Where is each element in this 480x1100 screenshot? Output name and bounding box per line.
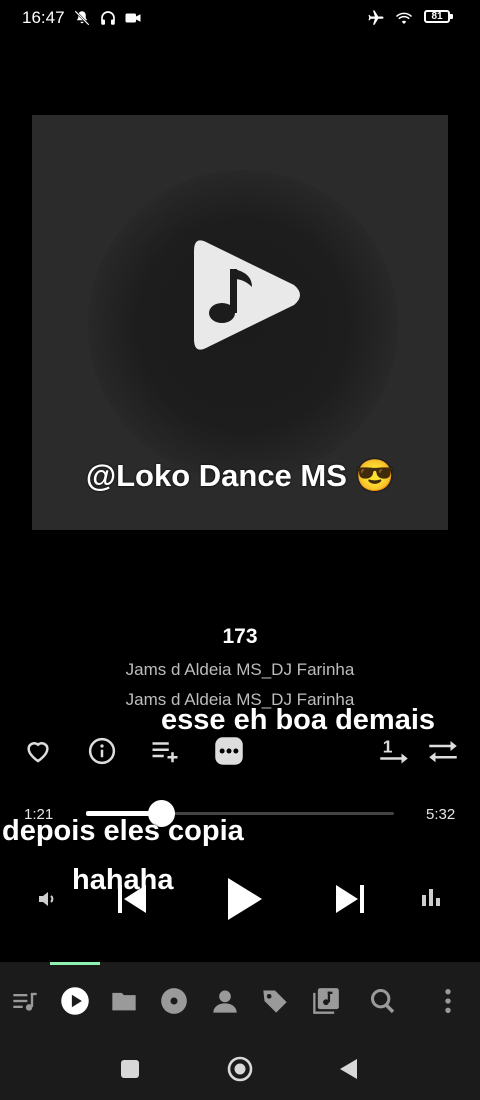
search-icon[interactable] [369,987,397,1015]
music-play-icon [194,235,304,355]
active-tab-indicator [50,962,100,965]
repeat-one-icon[interactable]: 1 [379,736,409,766]
overlay-caption-2: depois eles copia [2,815,244,847]
queue-icon[interactable] [11,987,39,1015]
menu-icon[interactable] [434,987,462,1015]
home-button[interactable] [227,1056,253,1082]
playlist-add-icon[interactable] [150,736,180,766]
status-time: 16:47 [22,8,65,27]
library-icon[interactable] [312,987,340,1015]
equalizer-icon[interactable] [420,886,442,908]
artwork-caption: @Loko Dance MS 😎 [85,458,395,493]
svg-text:1: 1 [383,736,393,756]
volume-icon[interactable] [36,887,60,911]
headphones-icon [98,9,118,27]
overlay-caption-1: esse eh boa demais [161,704,436,736]
mute-icon [72,9,92,27]
folder-icon[interactable] [110,987,138,1015]
tag-icon[interactable] [261,987,289,1015]
previous-icon[interactable] [116,882,148,916]
info-icon[interactable] [87,736,117,766]
more-icon[interactable] [214,736,244,766]
total-time: 5:32 [426,806,456,823]
song-artist: Jams d Aldeia MS_DJ Farinha [125,660,355,679]
album-artwork: @Loko Dance MS 😎 [32,115,448,530]
recents-button[interactable] [120,1059,140,1079]
shuffle-icon[interactable] [428,736,458,766]
artist-icon[interactable] [211,987,239,1015]
airplane-icon [366,9,386,27]
heart-icon[interactable] [23,736,53,766]
now-playing-icon[interactable] [60,986,90,1016]
battery-icon: 81 [424,10,453,23]
wifi-icon [394,9,414,27]
play-icon[interactable] [224,876,264,922]
album-icon[interactable] [160,987,188,1015]
next-icon[interactable] [334,882,366,916]
camera-icon [123,9,143,27]
song-title: 173 [222,625,258,648]
back-button[interactable] [339,1058,359,1080]
